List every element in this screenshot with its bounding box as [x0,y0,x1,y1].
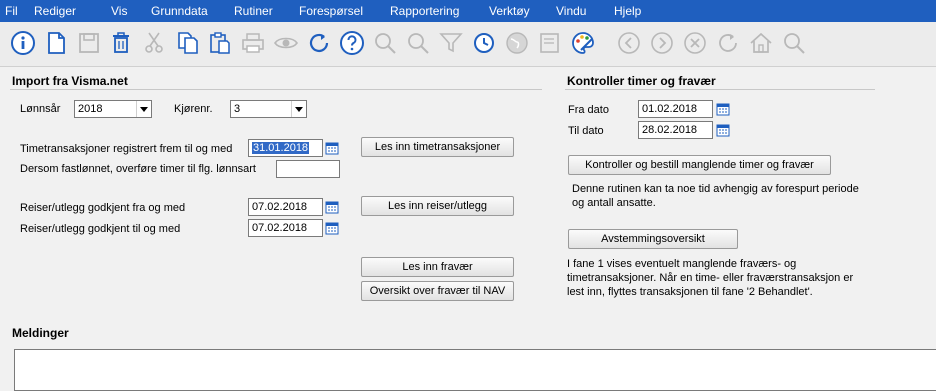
fastlonnet-label: Dersom fastlønnet, overføre timer til fl… [20,163,256,175]
menu-vindu[interactable]: Vindu [556,4,586,18]
fra-dato-field[interactable]: 01.02.2018 [638,100,713,118]
reload-icon[interactable] [715,30,741,56]
reiser-til-label: Reiser/utlegg godkjent til og med [20,223,181,235]
kjorenr-select[interactable]: 3 [230,100,307,118]
les-inn-reiser-utlegg-button[interactable]: Les inn reiser/utlegg [361,196,514,216]
menu-verktoy[interactable]: Verktøy [489,4,530,18]
import-divider [10,89,542,90]
menu-rediger[interactable]: Rediger [34,4,76,18]
til-dato-label: Til dato [568,125,604,137]
calendar-icon[interactable] [325,141,339,155]
meldinger-textarea[interactable] [14,349,936,391]
les-inn-fravaer-button[interactable]: Les inn fravær [361,257,514,277]
menu-rapportering[interactable]: Rapportering [390,4,459,18]
copy-icon[interactable] [175,30,201,56]
chevron-down-icon[interactable] [136,101,151,117]
back-icon[interactable] [616,30,642,56]
kontroll-divider [565,89,875,90]
paste-icon[interactable] [207,30,233,56]
reiser-til-date-field[interactable]: 07.02.2018 [248,219,323,237]
avstemmingsoversikt-button[interactable]: Avstemmingsoversikt [568,229,738,249]
forward-icon[interactable] [649,30,675,56]
calendar-icon[interactable] [716,102,730,116]
fra-dato-label: Fra dato [568,104,609,116]
find-icon[interactable] [781,30,807,56]
help-icon[interactable] [339,30,365,56]
note-icon[interactable] [537,30,563,56]
til-dato-field[interactable]: 28.02.2018 [638,121,713,139]
timetrans-date-field[interactable]: 31.01.2018 [248,139,323,157]
reiser-fra-date-field[interactable]: 07.02.2018 [248,198,323,216]
lonnsart-field[interactable] [276,160,340,178]
calendar-icon[interactable] [325,221,339,235]
refresh-icon[interactable] [306,30,332,56]
menu-fil[interactable]: Fil [5,4,18,18]
search-icon-secondary[interactable] [405,30,431,56]
fane-info-text: I fane 1 vises eventuelt manglende fravæ… [567,258,854,298]
kontroller-bestill-button[interactable]: Kontroller og bestill manglende timer og… [568,155,831,175]
print-icon[interactable] [240,30,266,56]
lonnsar-label: Lønnsår [20,103,61,115]
lonnsar-select[interactable]: 2018 [74,100,152,118]
new-document-icon[interactable] [43,30,69,56]
calendar-icon[interactable] [325,200,339,214]
stop-icon[interactable] [682,30,708,56]
toolbar [0,22,936,67]
kjorenr-label: Kjørenr. [174,103,213,115]
menu-bar: Fil Rediger Vis Grunndata Rutiner Foresp… [0,0,936,22]
les-inn-timetransaksjoner-button[interactable]: Les inn timetransaksjoner [361,137,514,157]
oversikt-fravaer-nav-button[interactable]: Oversikt over fravær til NAV [361,281,514,301]
preview-icon[interactable] [273,30,299,56]
kontroll-info-text: Denne rutinen kan ta noe tid avhengig av… [572,183,859,209]
filter-icon[interactable] [438,30,464,56]
cut-icon[interactable] [141,30,167,56]
search-icon[interactable] [372,30,398,56]
reiser-fra-label: Reiser/utlegg godkjent fra og med [20,202,186,214]
kontroll-section-title: Kontroller timer og fravær [567,74,716,88]
meldinger-title: Meldinger [12,326,69,340]
save-icon[interactable] [76,30,102,56]
chevron-down-icon[interactable] [291,101,306,117]
palette-icon[interactable] [570,30,596,56]
menu-foresporsel[interactable]: Forespørsel [299,4,363,18]
menu-rutiner[interactable]: Rutiner [234,4,273,18]
calendar-icon[interactable] [716,123,730,137]
menu-vis[interactable]: Vis [111,4,127,18]
menu-grunndata[interactable]: Grunndata [151,4,208,18]
home-icon[interactable] [748,30,774,56]
menu-hjelp[interactable]: Hjelp [614,4,641,18]
globe-icon[interactable] [504,30,530,56]
import-section-title: Import fra Visma.net [12,74,128,88]
delete-icon[interactable] [108,30,134,56]
history-icon[interactable] [471,30,497,56]
timetrans-label: Timetransaksjoner registrert frem til og… [20,143,233,155]
info-icon[interactable] [10,30,36,56]
